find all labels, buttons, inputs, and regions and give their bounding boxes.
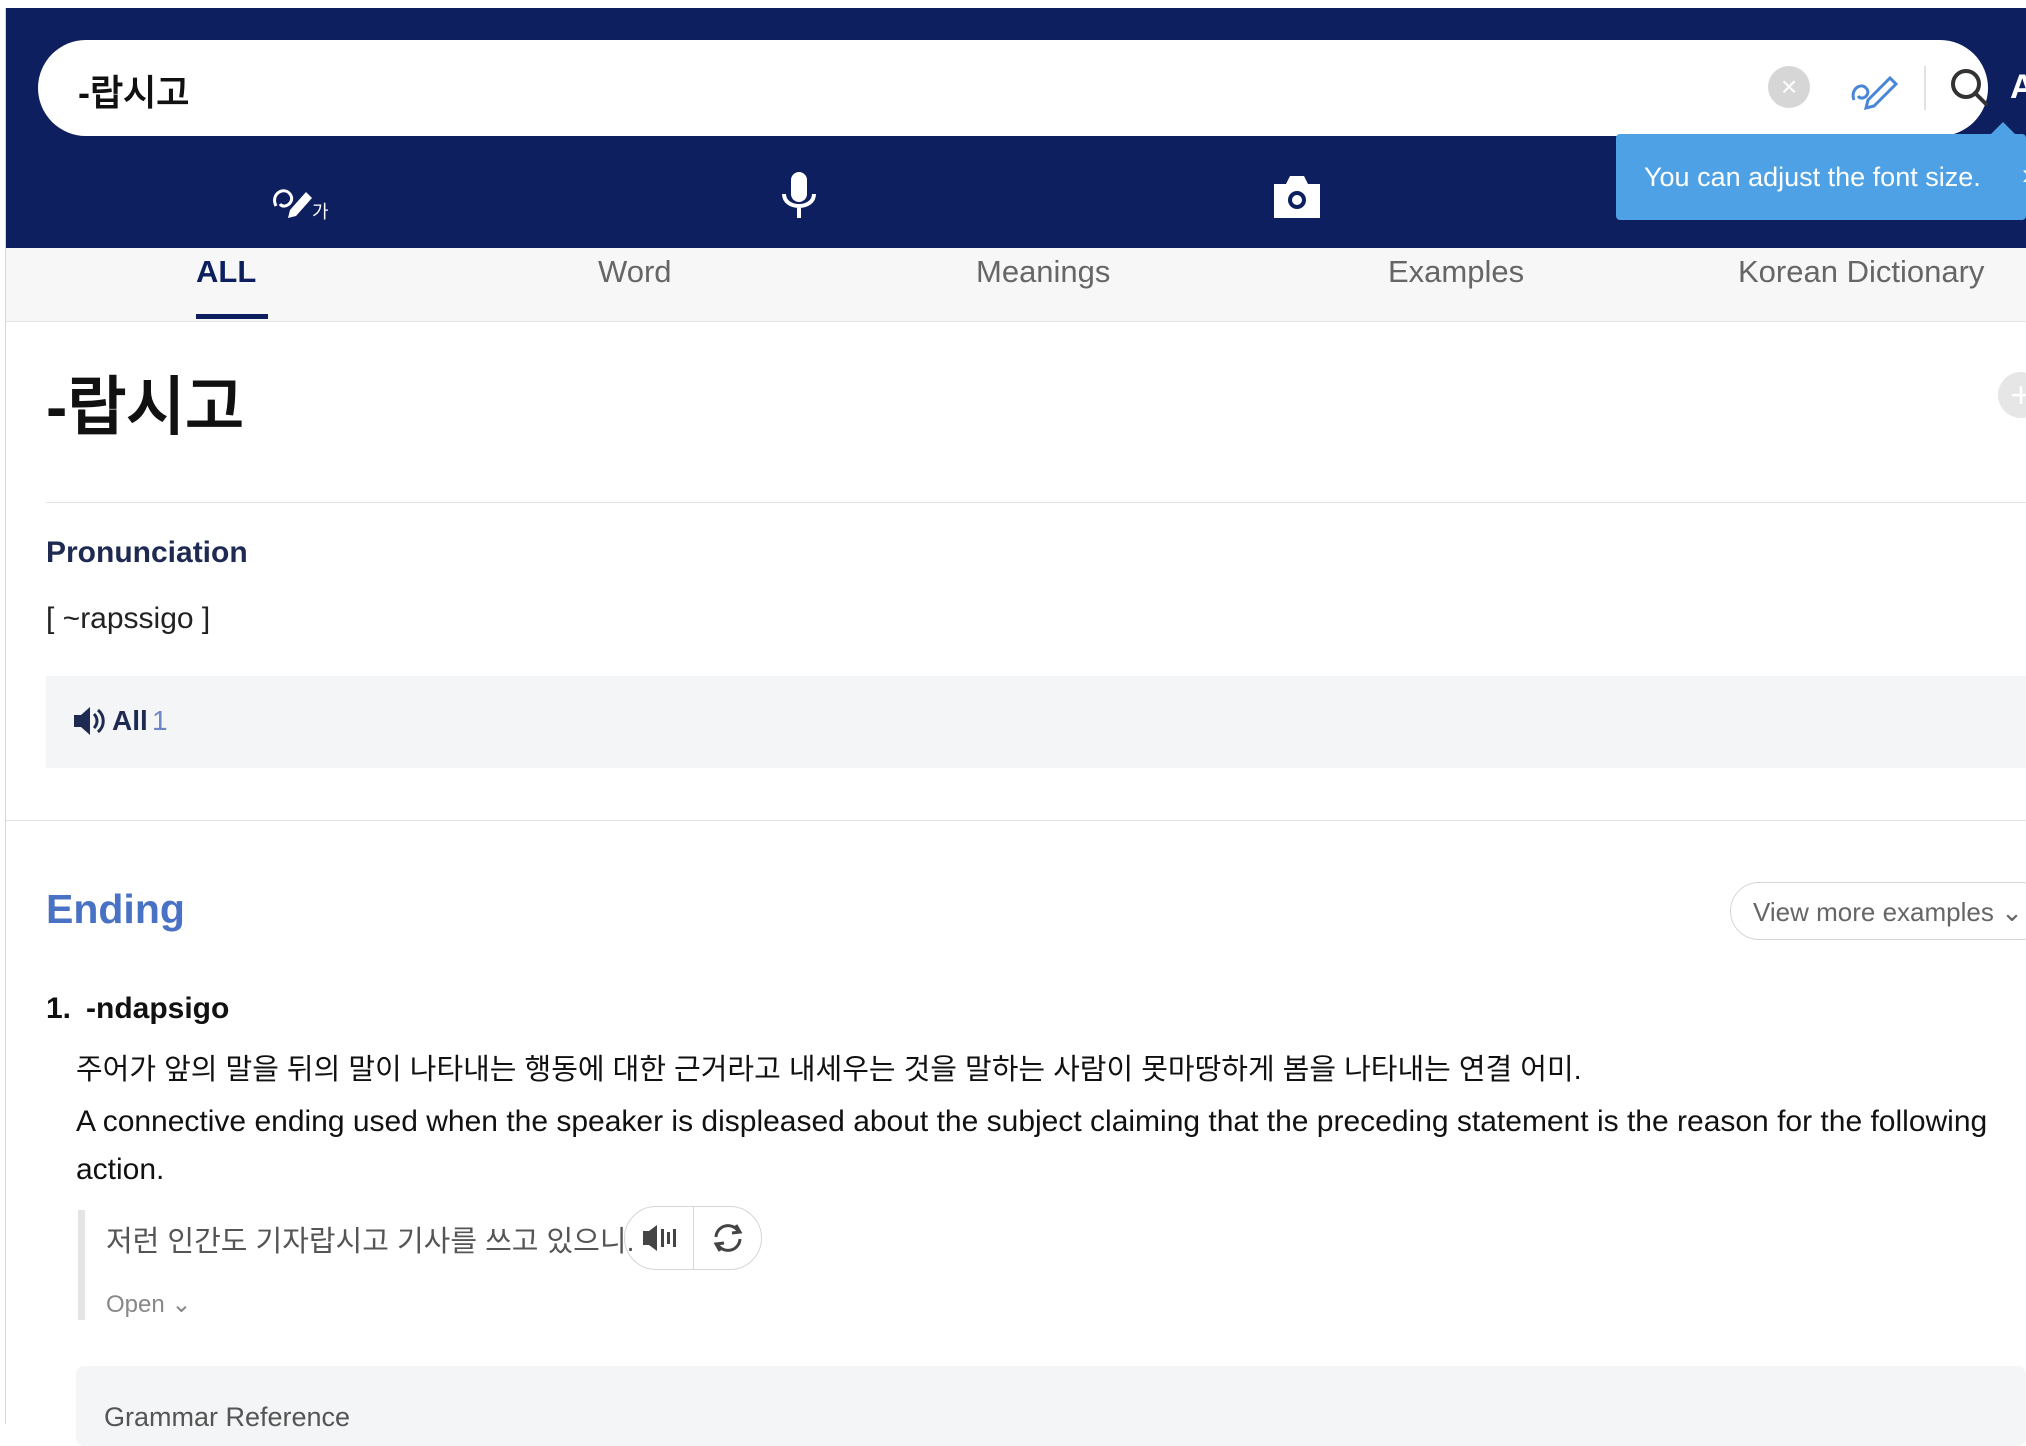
chevron-down-icon: ⌄ [2001,897,2023,927]
definition-english: A connective ending used when the speake… [76,1105,1988,1186]
part-of-speech-title: Ending [46,886,185,932]
active-tab-indicator [196,314,268,319]
grammar-reference-box[interactable]: Grammar Reference [76,1366,2026,1446]
view-more-examples-button[interactable]: View more examples ⌄ [1730,882,2026,940]
audio-count: 1 [152,705,168,736]
definition-translation: -ndapsigo [86,992,230,1025]
speaker-icon[interactable] [72,704,108,738]
open-label: Open [106,1291,165,1318]
search-icon[interactable] [1942,60,1998,116]
pronunciation-text: [ ~rapssigo ] [46,602,211,635]
audio-panel: All 1 [46,676,2026,768]
definition-korean: 주어가 앞의 말을 뒤의 말이 나타내는 행동에 대한 근거라고 내세우는 것을… [76,1054,1582,1086]
tooltip-text: You can adjust the font size. [1644,162,1981,192]
add-to-wordbook-icon[interactable]: + [1998,372,2026,418]
camera-icon[interactable] [1262,166,1332,230]
handwriting-icon[interactable] [1846,60,1902,116]
play-audio-icon[interactable] [625,1207,694,1269]
font-size-button[interactable]: A [2010,68,2026,107]
view-more-label: View more examples [1753,897,1994,927]
result-tabs: ALL Word Meanings Examples Korean Dictio… [6,248,2026,322]
example-quote-bar [78,1210,85,1320]
handwriting-ga-icon[interactable]: 가 [266,166,336,230]
repeat-icon[interactable] [694,1207,763,1269]
example-audio-controls [624,1206,762,1270]
tab-meanings[interactable]: Meanings [976,254,1110,290]
search-bar[interactable]: -랍시고 × [38,40,1988,136]
tab-all[interactable]: ALL [196,254,256,290]
tab-word[interactable]: Word [598,254,672,290]
font-size-tooltip: You can adjust the font size. › [1616,134,2026,220]
grammar-reference-title: Grammar Reference [104,1402,351,1432]
audio-all-button[interactable]: All [112,705,148,737]
divider [46,502,2026,503]
chevron-down-icon: ⌄ [171,1291,192,1318]
headword: -랍시고 [46,371,244,443]
definition-number: 1. [46,992,72,1025]
microphone-icon[interactable] [764,166,834,230]
example-sentence: 저런 인간도 기자랍시고 기사를 쓰고 있으니. [106,1226,635,1258]
clear-icon[interactable]: × [1768,66,1810,108]
svg-text:가: 가 [312,202,329,223]
tab-korean-dictionary[interactable]: Korean Dictionary [1738,254,1984,290]
search-input[interactable]: -랍시고 [78,64,189,116]
tab-examples[interactable]: Examples [1388,254,1524,290]
open-translation-toggle[interactable]: Open ⌄ [106,1290,192,1319]
section-divider [6,820,2026,821]
window-top-border [0,0,2026,8]
pronunciation-title: Pronunciation [46,536,248,569]
chevron-right-icon[interactable]: › [2022,158,2026,192]
search-divider [1924,66,1926,110]
